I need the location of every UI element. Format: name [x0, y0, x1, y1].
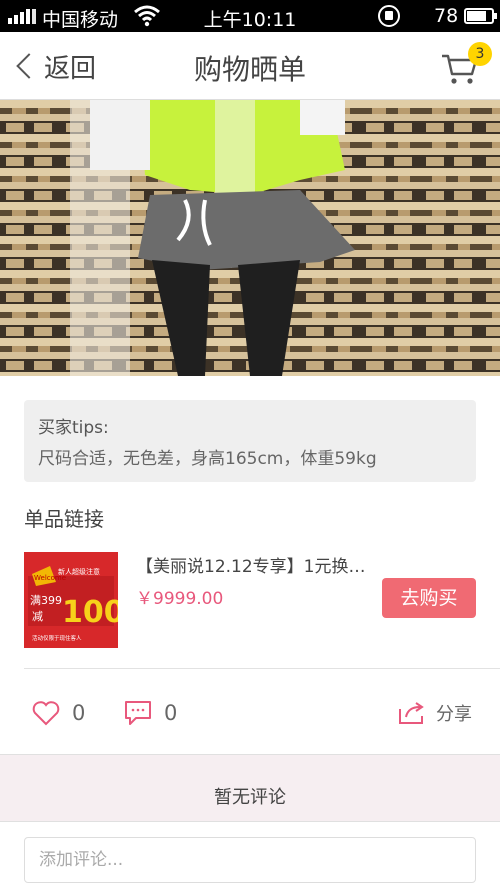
- product-name[interactable]: 【美丽说12.12专享】1元换…: [136, 552, 365, 577]
- share-button[interactable]: 分享: [398, 690, 472, 736]
- cart-count-badge: 3: [468, 42, 492, 66]
- buyer-tips-box: 买家tips: 尺码合适，无色差，身高165cm，体重59kg: [24, 400, 476, 482]
- thumb-big-number: 100: [62, 595, 118, 630]
- product-thumbnail[interactable]: Welcome 新人超级注意 满399 减 100 活动仅限于现住客人: [24, 552, 118, 648]
- product-section-title: 单品链接: [24, 507, 104, 531]
- pallet-photo-image: [0, 100, 500, 376]
- comment-button[interactable]: 0: [124, 690, 177, 736]
- page-title: 购物晒单: [193, 53, 306, 86]
- thumb-line1: 新人超级注意: [58, 567, 100, 576]
- battery-percent: 78: [434, 5, 459, 27]
- tips-label: 买家tips:: [38, 418, 109, 438]
- comment-icon: [125, 701, 151, 725]
- like-button[interactable]: 0: [32, 690, 85, 736]
- status-bar: 中国移动 上午10:11 78: [0, 0, 500, 32]
- product-item[interactable]: Welcome 新人超级注意 满399 减 100 活动仅限于现住客人 【美丽说…: [24, 550, 476, 650]
- status-time: 上午10:11: [203, 9, 297, 31]
- nav-bar: 返回 购物晒单: [0, 32, 500, 100]
- product-photo[interactable]: [0, 100, 500, 376]
- divider: [24, 668, 500, 669]
- product-price: ￥9999.00: [136, 589, 224, 609]
- promo-coupon-image: Welcome 新人超级注意 满399 减 100 活动仅限于现住客人: [24, 552, 118, 648]
- action-bar: 0 0 分享: [0, 690, 500, 736]
- rotation-lock-icon: [378, 5, 400, 27]
- divider: [0, 821, 500, 822]
- heart-icon: [32, 701, 60, 726]
- no-comments-text: 暂无评论: [0, 755, 500, 821]
- buy-button[interactable]: 去购买: [382, 578, 476, 618]
- like-count: 0: [72, 701, 86, 725]
- share-icon: [399, 702, 424, 724]
- add-comment-input[interactable]: [24, 837, 476, 883]
- comment-count: 0: [164, 701, 178, 725]
- thumb-line3: 减: [32, 610, 43, 623]
- thumb-line2: 满399: [30, 594, 62, 607]
- thumb-footer: 活动仅限于现住客人: [32, 634, 82, 642]
- share-label: 分享: [436, 704, 472, 725]
- tips-text: 尺码合适，无色差，身高165cm，体重59kg: [38, 449, 377, 469]
- battery-icon: [464, 8, 497, 24]
